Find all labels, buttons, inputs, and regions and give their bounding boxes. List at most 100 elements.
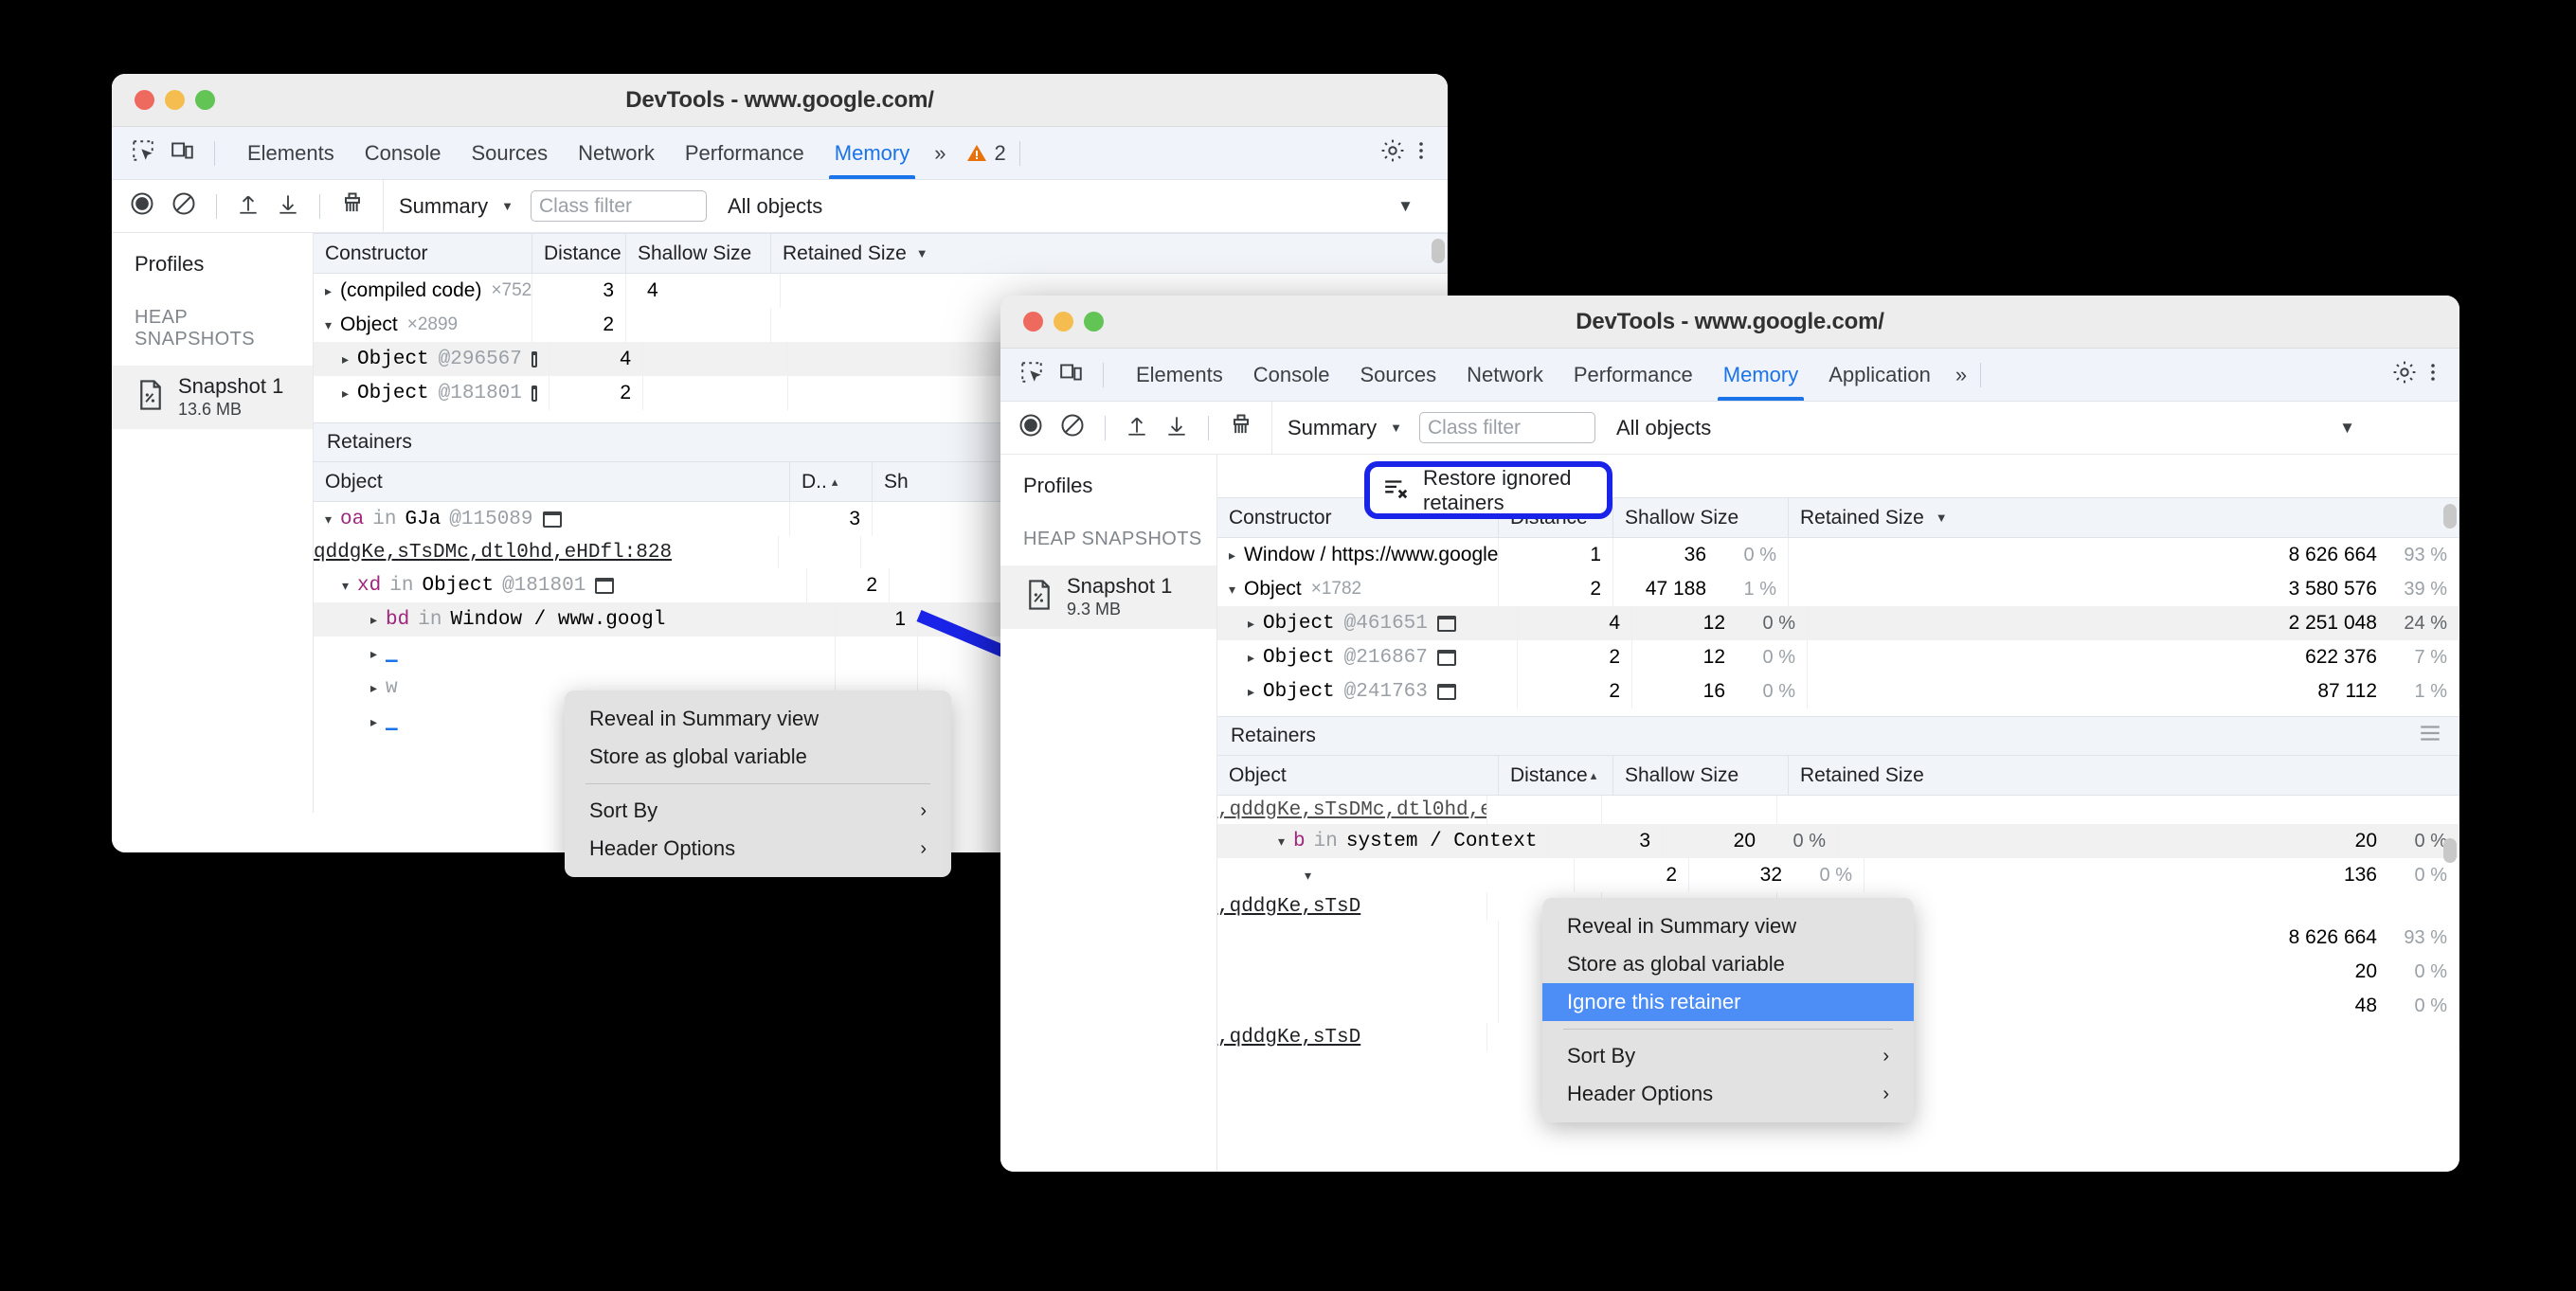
front-class-filter-input[interactable]: Class filter (1419, 412, 1595, 443)
tab-performance[interactable]: Performance (1558, 350, 1708, 401)
back-sidebar-item-snapshot-1[interactable]: Snapshot 1 13.6 MB (112, 366, 313, 430)
restore-ignored-retainers-highlight[interactable]: Restore ignored retainers (1364, 461, 1612, 519)
tab-elements[interactable]: Elements (1121, 350, 1238, 401)
back-retainers-column-distance[interactable]: D.. ▴ (790, 462, 873, 501)
back-tab-list[interactable]: Elements Console Sources Network Perform… (232, 128, 1024, 179)
front-ret-3-edge[interactable]: ,qddgKe,sTsD (1217, 896, 1360, 918)
expand-triangle-icon[interactable]: ▸ (1248, 650, 1254, 666)
tab-elements[interactable]: Elements (232, 128, 350, 179)
front-objects-select[interactable]: All objects (1616, 416, 1711, 440)
back-window-titlebar[interactable]: DevTools - www.google.com/ (112, 74, 1448, 127)
front-column-retained-size[interactable]: Retained Size ▼ (1789, 498, 2459, 537)
load-profile-icon[interactable] (236, 190, 261, 222)
gear-icon[interactable] (2391, 359, 2418, 390)
back-grid-header[interactable]: Constructor Distance Shallow Size Retain… (314, 233, 1448, 274)
back-ret-1-edge[interactable]: qddgKe,sTsDMc,dtl0hd,eHDfl:828 (314, 542, 672, 564)
inspect-element-icon[interactable] (1019, 360, 1044, 389)
more-tabs-icon[interactable]: » (925, 141, 955, 166)
clear-icon[interactable] (1059, 412, 1086, 443)
table-row[interactable]: ▾ Object ×1782 2 47 188 1 % 3 580 576 39 % (1217, 572, 2459, 606)
clear-icon[interactable] (171, 190, 197, 222)
back-tabbar-left-icons[interactable] (112, 138, 232, 168)
front-tab-list[interactable]: Elements Console Sources Network Perform… (1121, 350, 1985, 401)
front-retainers-header[interactable]: Object Distance ▴ Shallow Size Retained … (1217, 756, 2459, 796)
back-retainers-column-object[interactable]: Object (314, 462, 790, 501)
tab-network[interactable]: Network (1451, 350, 1558, 401)
front-view-select[interactable]: Summary ▼ (1288, 416, 1402, 440)
front-context-menu[interactable]: Reveal in Summary view Store as global v… (1542, 898, 1914, 1122)
back-profile-controls[interactable] (112, 190, 383, 222)
tab-performance[interactable]: Performance (670, 128, 820, 179)
menu-item-sort-by[interactable]: Sort By › (1542, 1037, 1914, 1075)
collapse-triangle-icon[interactable]: ▾ (325, 511, 332, 528)
menu-item-sort-by[interactable]: Sort By › (565, 792, 951, 830)
collapse-triangle-icon[interactable]: ▾ (1305, 868, 1311, 884)
table-row[interactable]: ▸ Object @461651 4 12 0 % 2 251 048 24 % (1217, 606, 2459, 640)
front-sidebar[interactable]: Profiles HEAP SNAPSHOTS Snapshot 1 9.3 M… (1000, 455, 1217, 1172)
back-devtools-tabbar[interactable]: Elements Console Sources Network Perform… (112, 127, 1448, 180)
tab-application[interactable]: Application (1813, 350, 1946, 401)
tab-memory[interactable]: Memory (820, 128, 925, 179)
menu-item-store-as-global-variable[interactable]: Store as global variable (1542, 945, 1914, 983)
back-view-select[interactable]: Summary ▼ (399, 194, 513, 219)
front-memory-toolbar[interactable]: Summary ▼ Class filter All objects ▼ (1000, 402, 2459, 455)
tab-console[interactable]: Console (1238, 350, 1345, 401)
front-ret-7-edge[interactable]: ,qddgKe,sTsD (1217, 1027, 1360, 1049)
collect-garbage-icon[interactable] (339, 190, 366, 222)
device-toolbar-icon[interactable] (1059, 360, 1084, 389)
expand-triangle-icon[interactable]: ▸ (325, 283, 332, 299)
save-profile-icon[interactable] (276, 190, 300, 222)
menu-item-header-options[interactable]: Header Options › (565, 830, 951, 868)
front-grid-scrollbar[interactable] (2443, 504, 2457, 529)
tab-sources[interactable]: Sources (456, 128, 563, 179)
front-devtools-tabbar[interactable]: Elements Console Sources Network Perform… (1000, 349, 2459, 402)
more-tabs-icon[interactable]: » (1946, 363, 1976, 387)
front-objects-chevron-icon[interactable]: ▼ (2339, 419, 2355, 438)
back-column-constructor[interactable]: Constructor (314, 234, 532, 273)
expand-triangle-icon[interactable]: ▸ (342, 351, 349, 368)
table-row[interactable]: ▾ 2 32 0 % 136 0 % (1217, 858, 2459, 892)
back-memory-toolbar[interactable]: Summary ▼ Class filter All objects ▼ (112, 180, 1448, 233)
front-ret-0-edge[interactable]: ,qddgKe,sTsDMc,dtl0hd,eHDfl:992 (1217, 799, 1486, 821)
back-column-retained-size[interactable]: Retained Size ▼ (771, 234, 1448, 273)
tab-console[interactable]: Console (350, 128, 457, 179)
back-class-filter-input[interactable]: Class filter (531, 190, 707, 222)
tab-memory[interactable]: Memory (1708, 350, 1813, 401)
hamburger-icon[interactable] (2418, 724, 2442, 748)
more-options-icon[interactable] (1410, 137, 1432, 169)
save-profile-icon[interactable] (1164, 412, 1189, 443)
expand-triangle-icon[interactable]: ▸ (370, 714, 377, 730)
back-ret-6-edge[interactable]: _ (386, 711, 398, 733)
front-profile-controls[interactable] (1000, 412, 1271, 443)
warning-badge[interactable]: 2 (956, 141, 1016, 166)
table-row[interactable]: ,qddgKe,sTsDMc,dtl0hd,eHDfl:992 (1217, 796, 2459, 824)
collapse-triangle-icon[interactable]: ▾ (1229, 582, 1235, 598)
back-grid-scrollbar[interactable] (1432, 239, 1445, 263)
front-retainers-column-object[interactable]: Object (1217, 756, 1499, 795)
back-view-controls[interactable]: Summary ▼ Class filter All objects ▼ (383, 180, 1448, 232)
record-icon[interactable] (129, 190, 155, 222)
device-toolbar-icon[interactable] (171, 138, 195, 168)
collapse-triangle-icon[interactable]: ▾ (342, 578, 349, 594)
collect-garbage-icon[interactable] (1228, 412, 1254, 443)
back-context-menu[interactable]: Reveal in Summary view Store as global v… (565, 690, 951, 877)
expand-triangle-icon[interactable]: ▸ (370, 646, 377, 662)
expand-triangle-icon[interactable]: ▸ (370, 612, 377, 628)
expand-triangle-icon[interactable]: ▸ (1248, 616, 1254, 632)
table-row[interactable]: ▾ bin system / Context @2 3 20 0 % 20 0 % (1217, 824, 2459, 858)
menu-item-header-options[interactable]: Header Options › (1542, 1075, 1914, 1113)
collapse-triangle-icon[interactable]: ▾ (325, 317, 332, 333)
collapse-triangle-icon[interactable]: ▾ (1278, 834, 1285, 850)
front-window-titlebar[interactable]: DevTools - www.google.com/ (1000, 296, 2459, 349)
front-tabbar-left-icons[interactable] (1000, 360, 1121, 389)
expand-triangle-icon[interactable]: ▸ (1248, 684, 1254, 700)
back-objects-select[interactable]: All objects (728, 194, 822, 219)
table-row[interactable]: ▸ Window / https://www.google.com 1 36 0 %… (1217, 538, 2459, 572)
back-column-distance[interactable]: Distance (532, 234, 626, 273)
back-column-shallow-size[interactable]: Shallow Size (626, 234, 771, 273)
front-retainers-scrollbar[interactable] (2443, 838, 2457, 863)
menu-item-reveal-in-summary-view[interactable]: Reveal in Summary view (1542, 907, 1914, 945)
front-sidebar-item-snapshot-1[interactable]: Snapshot 1 9.3 MB (1000, 565, 1216, 630)
back-ret-4-edge[interactable]: _ (386, 643, 398, 665)
back-objects-chevron-icon[interactable]: ▼ (1397, 197, 1414, 216)
